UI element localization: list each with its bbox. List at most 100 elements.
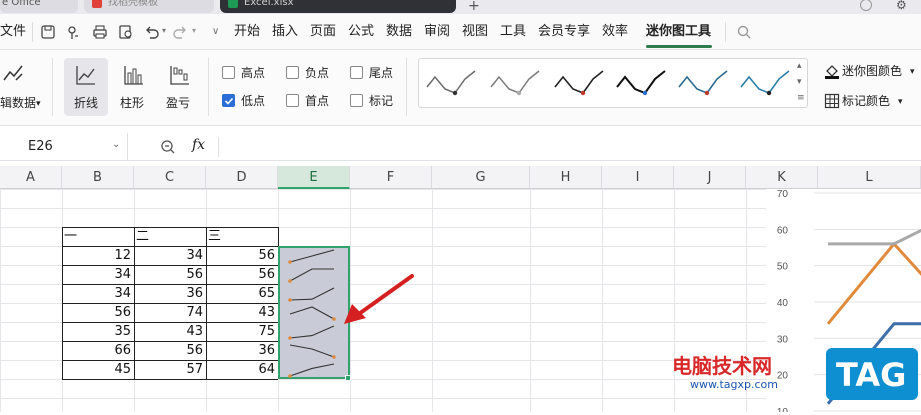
col-header-k[interactable]: K [746,166,818,189]
menu-insert[interactable]: 插入 [272,23,298,41]
name-box[interactable]: E26 ⌄ [0,133,128,160]
col-header-i[interactable]: I [602,166,674,189]
line-sparkline-button[interactable]: 折线 [64,58,108,116]
menu-tools[interactable]: 工具 [500,23,526,41]
style-option-6[interactable] [739,67,791,99]
marker-color-button[interactable]: 标记颜色 ▾ [822,92,921,110]
checkmark-icon [224,97,234,105]
menu-formula[interactable]: 公式 [348,23,374,41]
table-cell[interactable]: 57 [134,361,206,379]
col-header-b[interactable]: B [62,166,134,189]
low-point-checkbox[interactable] [222,94,235,107]
edit-data-button[interactable]: 辑数据 ▾ [0,58,46,114]
avatar-icon[interactable] [860,0,872,11]
table-cell[interactable]: 34 [134,247,206,265]
table-cell[interactable]: 34 [62,285,134,303]
menu-efficiency[interactable]: 效率 [602,23,628,41]
marker-checkbox[interactable] [350,94,363,107]
menu-sparkline-tools[interactable]: 迷你图工具 [646,23,711,41]
gallery-down-icon[interactable]: ▾ [797,77,802,87]
doc-tab-office[interactable]: e Office [0,0,78,13]
table-cell[interactable]: 64 [206,361,278,379]
menu-data[interactable]: 数据 [386,23,412,41]
col-header-h[interactable]: H [530,166,602,189]
table-cell[interactable]: 56 [206,266,278,284]
ribbon: 辑数据 ▾ 折线 柱形 盈亏 高点 负点 尾点 低点 首点 标记 ▴ ▾ ≡ 迷… [0,50,921,126]
table-cell[interactable]: 43 [206,304,278,322]
chevron-down-icon[interactable]: ⌄ [112,139,120,150]
new-tab-icon[interactable]: + [468,0,480,14]
col-header-d[interactable]: D [206,166,278,189]
menu-page[interactable]: 页面 [310,23,336,41]
table-header-cell[interactable]: 三 [206,228,278,246]
y-tick-label: 20 [777,371,789,382]
column-sparkline-button[interactable]: 柱形 [112,58,156,116]
table-cell[interactable]: 43 [134,323,206,341]
col-header-c[interactable]: C [134,166,206,189]
zoom-icon[interactable] [160,139,176,155]
table-cell[interactable]: 56 [206,247,278,265]
table-cell[interactable]: 12 [62,247,134,265]
high-point-checkbox[interactable] [222,66,235,79]
gallery-up-icon[interactable]: ▴ [797,61,802,71]
search-icon[interactable] [736,24,752,40]
fill-handle[interactable] [345,375,351,381]
style-option-4[interactable] [615,67,667,99]
redo-dropdown-icon[interactable]: ▾ [192,26,196,35]
high-point-label: 高点 [241,66,266,80]
col-header-l[interactable]: L [818,166,921,189]
table-cell[interactable]: 56 [134,342,206,360]
chart-series-line [828,228,921,246]
more-icon[interactable]: ∨ [212,26,219,37]
winloss-sparkline-button[interactable]: 盈亏 [158,58,202,116]
table-cell[interactable]: 56 [134,266,206,284]
undo-dropdown-icon[interactable]: ▾ [162,26,166,35]
last-point-checkbox[interactable] [350,66,363,79]
negative-point-checkbox[interactable] [286,66,299,79]
table-cell[interactable]: 45 [62,361,134,379]
style-option-1[interactable] [425,67,477,99]
col-header-f[interactable]: F [350,166,432,189]
settings-icon[interactable]: ⚙ [896,0,907,12]
table-cell[interactable]: 56 [62,304,134,322]
menu-home[interactable]: 开始 [234,23,260,41]
print-icon[interactable] [92,24,108,40]
doc-tab-templates[interactable]: 找稻壳模板 [84,0,214,13]
table-cell[interactable]: 74 [134,304,206,322]
style-option-5[interactable] [677,67,729,99]
style-option-3[interactable] [553,67,605,99]
sparkline-color-button[interactable]: 迷你图颜色 ▾ [822,62,921,80]
share-icon[interactable] [66,24,82,40]
col-header-a[interactable]: A [0,166,62,189]
watermark-site-name: 电脑技术网 [672,354,772,378]
table-cell[interactable]: 66 [62,342,134,360]
menu-file[interactable]: 文件 [0,23,26,41]
menu-review[interactable]: 审阅 [424,23,450,41]
doc-tab-excel[interactable]: Excel.xlsx [220,0,456,13]
save-icon[interactable] [40,24,56,40]
undo-icon[interactable] [144,24,160,40]
table-cell[interactable]: 36 [206,342,278,360]
table-cell[interactable]: 36 [134,285,206,303]
table-cell[interactable]: 34 [62,266,134,284]
sparkline [289,287,335,301]
menu-view[interactable]: 视图 [462,23,488,41]
col-header-e[interactable]: E [278,166,350,189]
fx-icon[interactable]: fx [192,137,205,153]
table-cell[interactable]: 65 [206,285,278,303]
table-cell[interactable]: 35 [62,323,134,341]
tab-label: 找稻壳模板 [108,0,158,8]
gallery-more-icon[interactable]: ≡ [797,93,805,103]
style-option-2[interactable] [489,67,541,99]
table-header-cell[interactable]: 二 [134,228,206,246]
redo-icon[interactable] [172,24,188,40]
menu-member[interactable]: 会员专享 [538,23,590,41]
col-header-g[interactable]: G [432,166,530,189]
col-header-j[interactable]: J [674,166,746,189]
print-preview-icon[interactable] [118,24,134,40]
table-header-cell[interactable]: 一 [62,228,134,246]
table-cell[interactable]: 75 [206,323,278,341]
first-point-checkbox[interactable] [286,94,299,107]
y-tick-label: 30 [777,334,789,345]
watermark-url: www.tagxp.com [690,378,778,391]
